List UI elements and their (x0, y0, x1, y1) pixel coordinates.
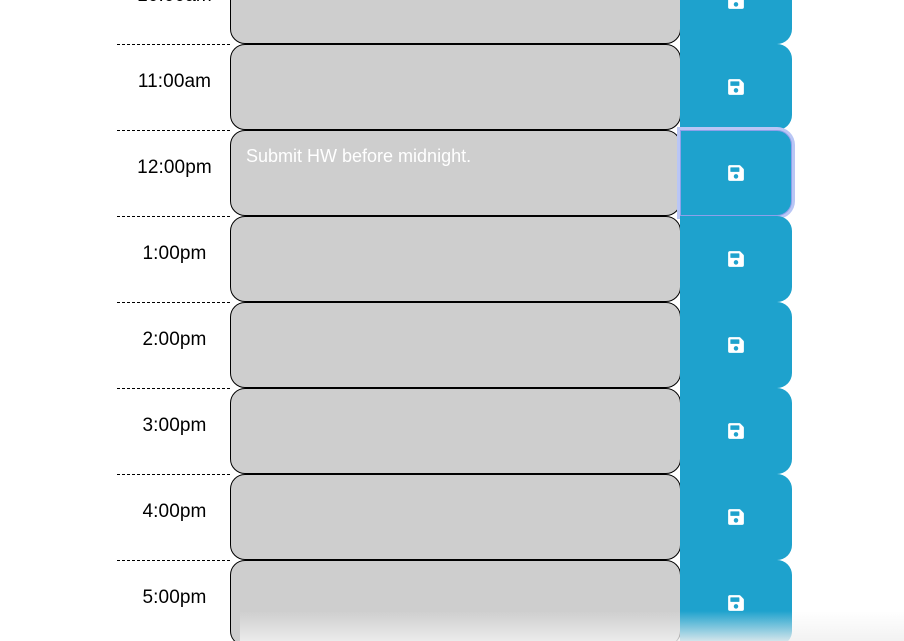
time-block-row: 2:00pm (0, 302, 904, 388)
time-block-row: 10:00am (0, 0, 904, 44)
time-block-row: 11:00am (0, 44, 904, 130)
floppy-disk-icon (728, 423, 744, 439)
floppy-disk-icon (728, 165, 744, 181)
save-button[interactable] (680, 560, 792, 641)
hour-label: 11:00am (117, 44, 230, 130)
time-block-row: 3:00pm (0, 388, 904, 474)
time-block-row: 1:00pm (0, 216, 904, 302)
event-description-input[interactable] (230, 0, 681, 44)
time-block-row: 12:00pm Submit HW before midnight. (0, 130, 904, 216)
save-button[interactable] (680, 44, 792, 130)
hour-label: 3:00pm (117, 388, 230, 474)
save-button[interactable] (680, 130, 792, 216)
day-planner: 10:00am 11:00am 12:00pm Submit HW before… (0, 0, 904, 641)
event-description-input[interactable] (230, 44, 681, 130)
floppy-disk-icon (728, 595, 744, 611)
save-button[interactable] (680, 388, 792, 474)
event-description-input[interactable] (230, 388, 681, 474)
hour-label: 1:00pm (117, 216, 230, 302)
save-button[interactable] (680, 474, 792, 560)
event-description-input[interactable]: Submit HW before midnight. (230, 130, 681, 216)
time-block-row: 5:00pm (0, 560, 904, 641)
hour-label: 10:00am (117, 0, 230, 44)
hour-label: 4:00pm (117, 474, 230, 560)
save-button[interactable] (680, 302, 792, 388)
event-description-input[interactable] (230, 216, 681, 302)
floppy-disk-icon (728, 337, 744, 353)
floppy-disk-icon (728, 79, 744, 95)
floppy-disk-icon (728, 251, 744, 267)
event-description-input[interactable] (230, 302, 681, 388)
time-block-row: 4:00pm (0, 474, 904, 560)
event-description-input[interactable] (230, 474, 681, 560)
hour-label: 5:00pm (117, 560, 230, 641)
event-description-input[interactable] (230, 560, 681, 641)
save-button[interactable] (680, 216, 792, 302)
hour-label: 12:00pm (117, 130, 230, 216)
save-button[interactable] (680, 0, 792, 44)
time-block-list: 10:00am 11:00am 12:00pm Submit HW before… (0, 0, 904, 641)
hour-label: 2:00pm (117, 302, 230, 388)
floppy-disk-icon (728, 0, 744, 9)
floppy-disk-icon (728, 509, 744, 525)
